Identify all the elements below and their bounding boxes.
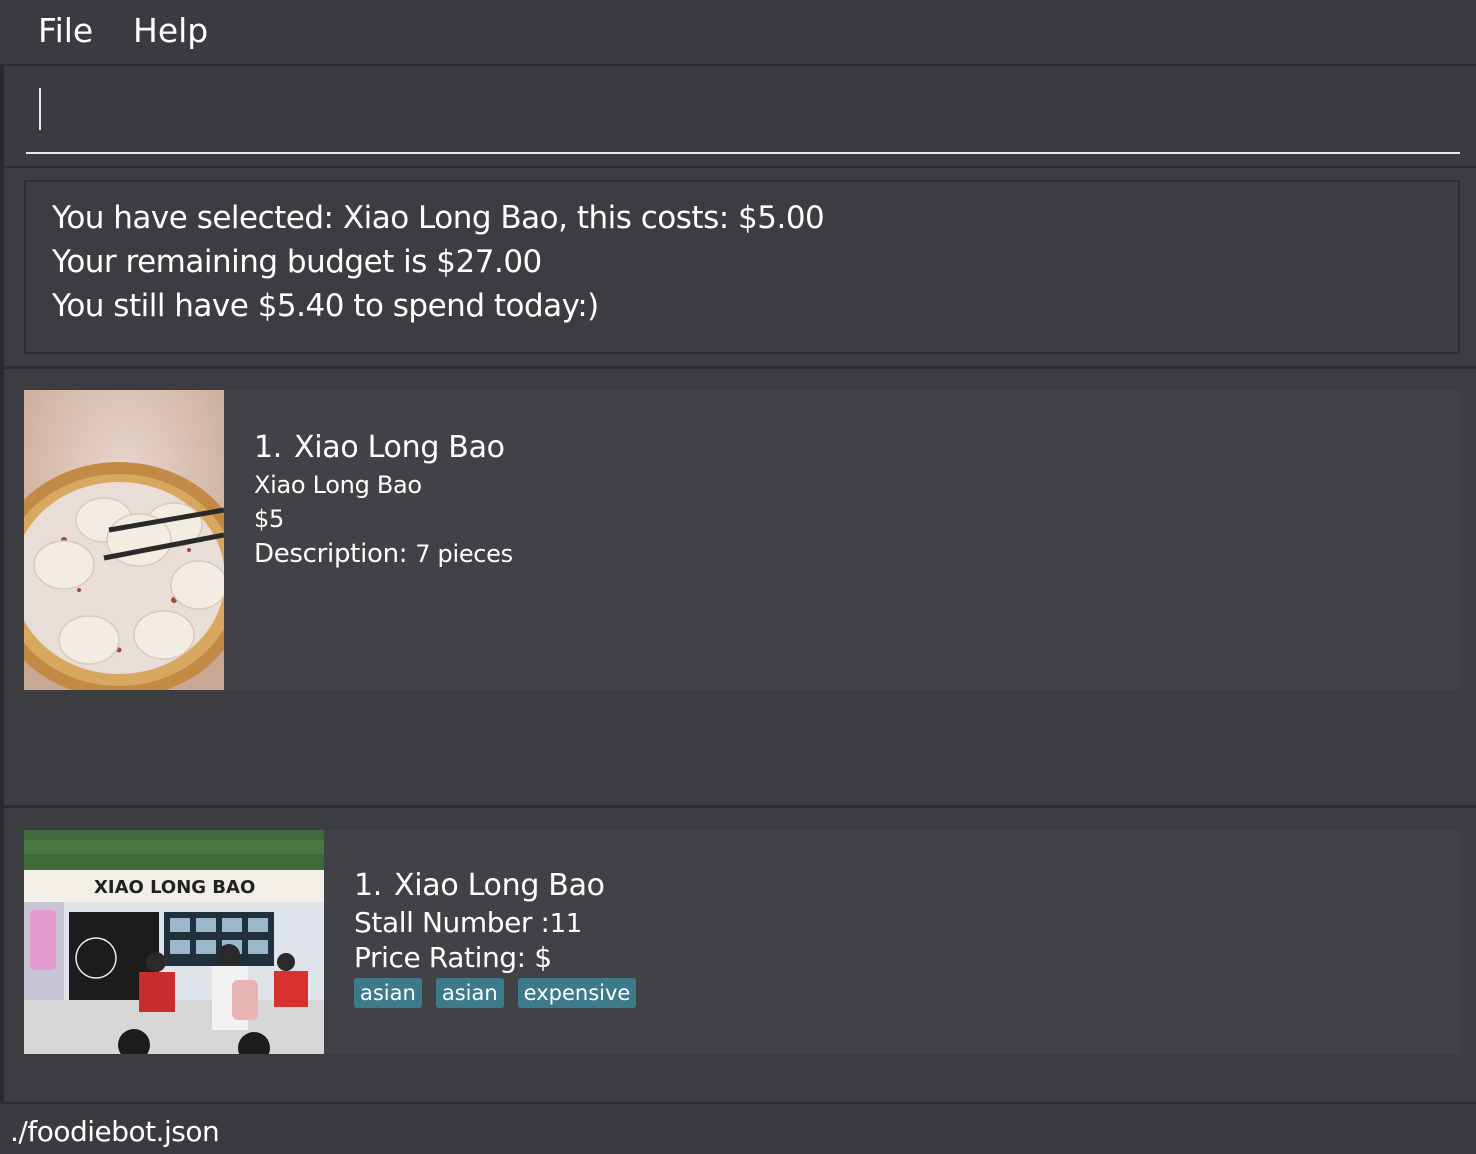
stall-title: 1. Xiao Long Bao [354,866,636,906]
text-caret [39,88,41,130]
dish-card[interactable]: 1. Xiao Long Bao Xiao Long Bao $5 Descrip… [24,390,1460,690]
tag-badge: expensive [517,978,637,1008]
dish-description: Description: 7 pieces [254,536,513,572]
tag-badge: asian [354,978,422,1008]
menu-help[interactable]: Help [133,8,208,54]
window-edge [0,0,4,1152]
stall-card[interactable]: XIAO LONG BAO 1. Xiao Long Bao Stall Numb… [24,830,1460,1054]
menu-bar: File Help [0,0,1476,66]
stall-number-value: 11 [549,909,583,939]
result-line-daily: You still have $5.40 to spend today:) [52,288,599,324]
result-display: You have selected: Xiao Long Bao, this c… [24,180,1460,354]
menu-file[interactable]: File [38,8,93,54]
dish-index: 1. [254,430,283,465]
price-rating: Price Rating: $ [354,941,636,975]
stall-sign-text: XIAO LONG BAO [94,877,255,898]
stall-photo: XIAO LONG BAO [24,830,324,1054]
stall-number: Stall Number :11 [354,906,636,941]
stall-tags: asian asian expensive [354,978,637,1008]
save-file-path: ./foodiebot.json [10,1115,220,1148]
price-rating-label: Price Rating: [354,941,526,974]
dish-title: 1. Xiao Long Bao [254,428,513,468]
dish-photo [24,390,224,690]
stall-details: 1. Xiao Long Bao Stall Number :11 Price R… [354,866,637,1008]
result-line-selected: You have selected: Xiao Long Bao, this c… [52,200,825,236]
result-line-budget: Your remaining budget is $27.00 [52,244,542,280]
command-input[interactable] [26,76,1460,154]
dish-stall-name: Xiao Long Bao [254,471,422,499]
dish-details: 1. Xiao Long Bao Xiao Long Bao $5 Descrip… [254,428,513,572]
command-box [4,66,1476,168]
tag-badge: asian [435,978,504,1008]
description-label: Description: [254,539,408,569]
stall-index: 1. [354,868,383,903]
panel-divider [4,805,1476,808]
description-value: 7 pieces [415,540,513,568]
panel-divider [4,366,1476,369]
price-rating-value: $ [534,941,552,974]
stall-number-label: Stall Number : [354,906,550,939]
stall-name: Xiao Long Bao [394,868,605,903]
status-bar: ./foodiebot.json [0,1102,1476,1154]
dish-price: $5 [254,505,284,533]
dish-name: Xiao Long Bao [294,430,505,465]
